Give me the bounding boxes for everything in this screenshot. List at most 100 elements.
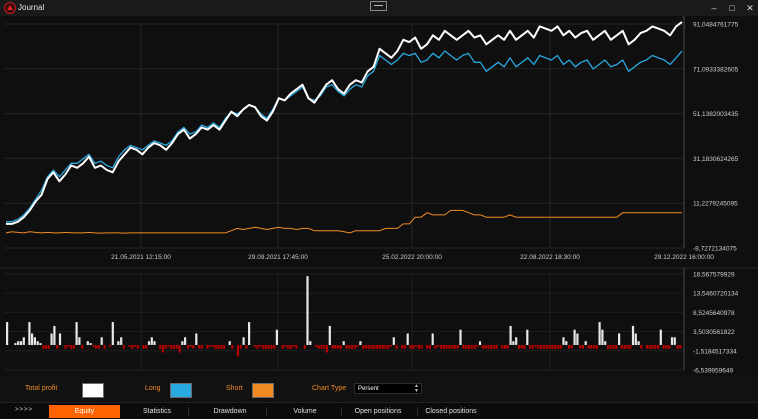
volume-bar	[451, 345, 454, 349]
volume-bar	[306, 276, 309, 345]
volume-bar	[481, 345, 484, 349]
volume-bar	[431, 333, 434, 345]
total-profit-color-swatch[interactable]	[82, 383, 104, 398]
volume-bar	[356, 345, 359, 347]
volume-bar	[70, 345, 73, 349]
volume-bar	[593, 345, 596, 349]
tab-volume[interactable]: Volume	[272, 405, 338, 418]
volume-bar	[406, 333, 409, 345]
volume-bar	[615, 345, 618, 349]
volume-bar	[108, 345, 112, 347]
volume-bar	[495, 345, 498, 349]
volume-bar	[220, 345, 223, 349]
volume-bar	[442, 345, 445, 349]
equity-y-tick-label: 71,0933382605	[693, 66, 739, 73]
volume-bar	[348, 345, 351, 349]
volume-bar	[492, 345, 495, 349]
volume-bar	[504, 345, 507, 349]
volume-bar	[72, 345, 75, 349]
equity-y-tick-label: -8,7272134075	[693, 246, 737, 253]
volume-bar	[248, 322, 251, 345]
volume-bar	[209, 345, 212, 347]
volume-bar	[434, 345, 437, 349]
volume-bar	[487, 345, 490, 349]
equity-y-tick-label: 31,1830624265	[693, 156, 739, 163]
volume-bar	[325, 345, 329, 353]
volume-bar	[342, 341, 345, 345]
bottom-tab-bar: >>>> Equity Statistics Drawdown Volume O…	[0, 402, 758, 419]
volume-bar	[679, 345, 682, 349]
volume-bar	[673, 337, 676, 345]
volume-bar	[42, 345, 45, 349]
volume-bar	[261, 345, 265, 349]
volume-bar	[339, 345, 342, 349]
tab-equity[interactable]: Equity	[49, 405, 120, 418]
volume-bar	[120, 337, 123, 345]
volume-bar	[153, 341, 156, 345]
volume-bar	[465, 345, 468, 349]
volume-bar	[384, 345, 387, 349]
volume-bar	[78, 337, 81, 345]
volume-bar	[92, 345, 95, 347]
tab-scroll-arrows[interactable]: >>>>	[15, 407, 33, 413]
volume-bar	[217, 345, 220, 349]
volume-bar	[401, 345, 404, 349]
tab-open-positions[interactable]: Open positions	[346, 405, 410, 418]
tab-statistics[interactable]: Statistics	[125, 405, 189, 418]
maximize-icon[interactable]: □	[724, 2, 740, 14]
volume-bar	[192, 345, 195, 349]
volume-bar	[551, 345, 554, 349]
volume-bar	[31, 333, 34, 345]
volume-bar	[75, 322, 78, 345]
long-color-swatch[interactable]	[170, 383, 192, 398]
volume-bar	[512, 341, 515, 345]
volume-bar	[520, 345, 523, 349]
window-title: Journal	[18, 3, 45, 12]
equity-x-tick-label: 22.08.2022 18:30:00	[520, 254, 580, 261]
volume-bar	[545, 345, 548, 349]
volume-bar	[206, 345, 209, 349]
charts-area: 91,0484761775 71,0933382605 51,1382003435 3…	[0, 16, 758, 375]
volume-bar	[637, 341, 640, 345]
volume-bar	[567, 345, 571, 349]
volume-y-tick-label: -6,539959649	[693, 368, 734, 375]
volume-bar	[367, 345, 370, 349]
volume-bar	[445, 345, 448, 349]
volume-bar	[345, 345, 348, 349]
spinner-arrows-icon: ▲ ▼	[414, 383, 419, 394]
volume-bar	[50, 333, 53, 345]
volume-bar	[245, 345, 248, 349]
volume-bar	[654, 345, 657, 349]
volume-bar	[67, 345, 70, 347]
volume-bar	[264, 345, 267, 349]
volume-bar	[6, 322, 9, 345]
volume-bar	[601, 329, 604, 345]
tab-closed-positions[interactable]: Closed positions	[418, 405, 484, 418]
chart-type-select[interactable]: Persent ▲ ▼	[354, 383, 422, 394]
volume-bar	[284, 345, 287, 347]
volume-bar	[17, 341, 20, 345]
volume-bar	[39, 343, 42, 345]
volume-bar	[668, 345, 671, 349]
collapse-handle-button[interactable]	[370, 1, 387, 11]
volume-bar	[426, 345, 429, 349]
short-color-swatch[interactable]	[252, 383, 274, 398]
volume-bar	[122, 345, 125, 349]
equity-y-tick-label: 11,2279245095	[693, 201, 738, 208]
tab-drawdown[interactable]: Drawdown	[195, 405, 265, 418]
volume-bar	[136, 345, 139, 349]
minimize-icon[interactable]: –	[706, 2, 722, 14]
volume-bar	[198, 345, 201, 349]
volume-bar	[270, 345, 273, 349]
volume-bar	[470, 345, 473, 349]
volume-bar	[95, 345, 98, 349]
volume-y-tick-label: 8,5245640978	[693, 310, 735, 317]
app-logo-icon	[4, 2, 16, 14]
volume-bar	[167, 345, 170, 347]
volume-bar	[542, 345, 546, 349]
volume-bar	[554, 345, 557, 349]
close-icon[interactable]: ✕	[742, 2, 758, 14]
volume-bar	[323, 345, 326, 349]
volume-bar	[359, 341, 362, 345]
chart-type-value: Persent	[358, 386, 379, 392]
